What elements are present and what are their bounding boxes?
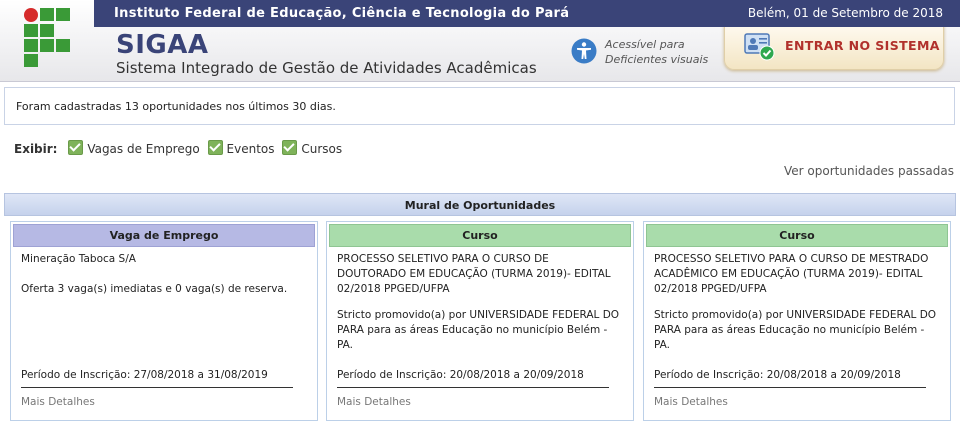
app-title: SIGAA	[116, 30, 209, 60]
top-bar: Instituto Federal de Educação, Ciência e…	[94, 0, 960, 27]
filter-courses-label[interactable]: Cursos	[301, 142, 342, 156]
card-more-details-link[interactable]: Mais Detalhes	[21, 396, 95, 408]
card-description: Stricto promovido(a) por UNIVERSIDADE FE…	[337, 309, 620, 351]
card-title: PROCESSO SELETIVO PARA O CURSO DE MESTRA…	[654, 253, 929, 295]
opportunity-card-job: Vaga de Emprego Mineração Taboca S/A Ofe…	[10, 221, 318, 421]
user-card-icon	[744, 33, 775, 61]
card-type: Vaga de Emprego	[13, 224, 315, 247]
card-period: Período de Inscrição: 27/08/2018 a 31/08…	[21, 369, 268, 381]
card-more-details-link[interactable]: Mais Detalhes	[337, 396, 411, 408]
card-divider	[21, 387, 293, 388]
card-type: Curso	[646, 224, 948, 247]
card-divider	[654, 387, 926, 388]
card-description: Oferta 3 vaga(s) imediatas e 0 vaga(s) d…	[21, 283, 288, 295]
ifpa-logo	[24, 8, 70, 67]
current-date: Belém, 01 de Setembro de 2018	[747, 6, 943, 20]
filter-jobs-label[interactable]: Vagas de Emprego	[87, 142, 199, 156]
card-title: PROCESSO SELETIVO PARA O CURSO DE DOUTOR…	[337, 253, 611, 295]
opportunity-card-course: Curso PROCESSO SELETIVO PARA O CURSO DE …	[326, 221, 634, 421]
filter-events-checkbox[interactable]	[207, 140, 223, 155]
app-subtitle: Sistema Integrado de Gestão de Atividade…	[116, 59, 537, 77]
accessibility-line2: Deficientes visuais	[605, 53, 709, 66]
login-button[interactable]: ENTRAR NO SISTEMA	[724, 25, 944, 70]
filter-label: Exibir:	[14, 142, 58, 156]
accessibility-link[interactable]: Acessível para Deficientes visuais	[605, 37, 708, 67]
accessibility-line1: Acessível para	[605, 38, 685, 51]
card-divider	[337, 387, 609, 388]
info-message: Foram cadastradas 13 oportunidades nos ú…	[16, 100, 336, 113]
card-description: Stricto promovido(a) por UNIVERSIDADE FE…	[654, 309, 937, 351]
filter-bar: Exibir: Vagas de Emprego Eventos Cursos	[14, 140, 342, 156]
card-more-details-link[interactable]: Mais Detalhes	[654, 396, 728, 408]
accessibility-icon[interactable]	[571, 38, 597, 64]
login-label: ENTRAR NO SISTEMA	[785, 38, 940, 53]
card-title: Mineração Taboca S/A	[21, 253, 136, 265]
opportunity-card-course: Curso PROCESSO SELETIVO PARA O CURSO DE …	[643, 221, 951, 421]
mural-header: Mural de Oportunidades	[4, 193, 956, 216]
institution-name: Instituto Federal de Educação, Ciência e…	[114, 6, 570, 21]
past-opportunities-link[interactable]: Ver oportunidades passadas	[784, 164, 954, 178]
card-period: Período de Inscrição: 20/08/2018 a 20/09…	[654, 369, 901, 381]
mural-title: Mural de Oportunidades	[404, 199, 556, 212]
filter-events-label[interactable]: Eventos	[227, 142, 275, 156]
card-type: Curso	[329, 224, 631, 247]
filter-jobs-checkbox[interactable]	[68, 140, 84, 155]
filter-courses-checkbox[interactable]	[282, 140, 298, 155]
card-period: Período de Inscrição: 20/08/2018 a 20/09…	[337, 369, 584, 381]
info-panel: Foram cadastradas 13 oportunidades nos ú…	[4, 87, 955, 125]
